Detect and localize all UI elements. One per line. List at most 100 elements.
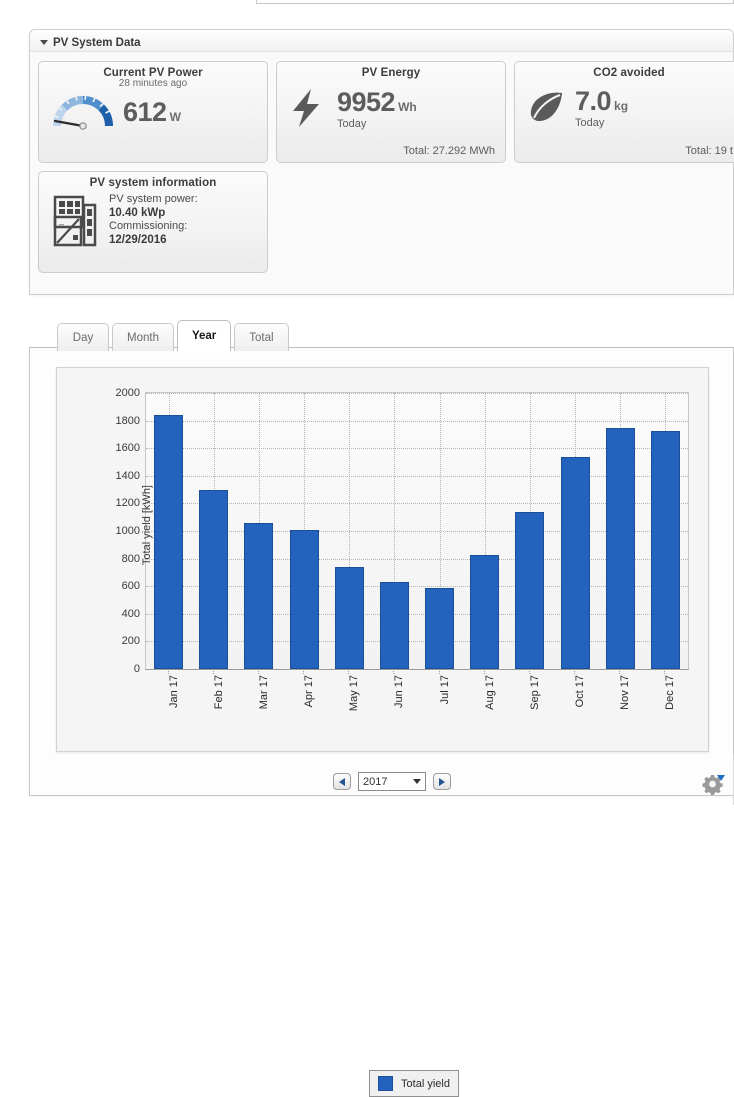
x-tick-mark <box>664 669 665 674</box>
year-select[interactable]: 2017 <box>358 772 426 791</box>
y-gridline <box>146 393 688 394</box>
panel-title: PV System Data <box>53 37 141 49</box>
summary-cards: Current PV Power 28 minutes ago <box>38 61 734 163</box>
tab-month[interactable]: Month <box>112 323 174 351</box>
chart-plot-area[interactable]: Total yield [kWh] 0200400600800100012001… <box>145 392 689 670</box>
svg-text:=: = <box>58 221 65 230</box>
chart-bar[interactable] <box>606 428 635 670</box>
chart-panel: Total yield [kWh] 0200400600800100012001… <box>29 347 734 796</box>
x-tick-mark <box>484 669 485 674</box>
x-tick-label: Mar 17 <box>258 675 270 709</box>
x-tick-label: Oct 17 <box>574 675 586 707</box>
chart-bar[interactable] <box>515 512 544 669</box>
y-tick-label: 1800 <box>116 415 140 427</box>
next-year-button[interactable] <box>433 773 451 790</box>
card-value: 9952 <box>337 87 395 117</box>
x-tick-label: Jan 17 <box>168 675 180 708</box>
x-tick-label: Sep 17 <box>529 675 541 710</box>
card-title: CO2 avoided <box>515 62 734 79</box>
pv-power-value: 10.40 kWp <box>109 207 165 219</box>
card-period: Today <box>337 118 417 130</box>
x-tick-label: Feb 17 <box>213 675 225 709</box>
card-current-pv-power: Current PV Power 28 minutes ago <box>38 61 268 163</box>
card-pv-energy: PV Energy 9952Wh Today Total: 27.292 MWh <box>276 61 506 163</box>
year-select-value: 2017 <box>363 776 387 788</box>
y-tick-label: 200 <box>122 635 140 647</box>
y-tick-label: 2000 <box>116 387 140 399</box>
x-tick-mark <box>213 669 214 674</box>
leaf-icon <box>527 87 567 130</box>
x-tick-label: Apr 17 <box>303 675 315 707</box>
x-tick-label: May 17 <box>348 675 360 711</box>
triangle-left-icon <box>339 778 345 786</box>
chart-bar[interactable] <box>425 588 454 669</box>
card-total: Total: 19 t <box>685 145 733 157</box>
y-tick-label: 0 <box>134 663 140 675</box>
panel-header[interactable]: PV System Data <box>30 30 733 52</box>
x-tick-mark <box>529 669 530 674</box>
x-tick-mark <box>619 669 620 674</box>
card-value: 612 <box>123 97 167 127</box>
card-co2-avoided: CO2 avoided 7.0kg Today Total: 19 t <box>514 61 734 163</box>
x-tick-label: Jul 17 <box>439 675 451 704</box>
gauge-icon <box>51 92 115 132</box>
card-title: Current PV Power <box>39 62 267 79</box>
y-tick-label: 600 <box>122 580 140 592</box>
x-tick-label: Dec 17 <box>664 675 676 710</box>
x-tick-mark <box>168 669 169 674</box>
solar-panel-icon: = <box>53 193 99 252</box>
x-tick-mark <box>439 669 440 674</box>
x-tick-label: Nov 17 <box>619 675 631 710</box>
chart-bar[interactable] <box>335 567 364 669</box>
x-tick-mark <box>574 669 575 674</box>
prev-year-button[interactable] <box>333 773 351 790</box>
chart-bar[interactable] <box>154 415 183 669</box>
chart-bar[interactable] <box>470 555 499 669</box>
legend-label-total-yield: Total yield <box>401 1078 450 1090</box>
chart-bar[interactable] <box>561 457 590 669</box>
chart-legend[interactable]: Total yield <box>369 1070 459 1097</box>
year-navigation: 2017 <box>333 772 451 791</box>
chart-bar[interactable] <box>380 582 409 669</box>
y-tick-label: 1200 <box>116 497 140 509</box>
x-tick-label: Aug 17 <box>484 675 496 710</box>
chart-bar[interactable] <box>199 490 228 669</box>
card-pv-system-information: PV system information = <box>38 171 268 273</box>
y-tick-label: 1600 <box>116 442 140 454</box>
tab-total[interactable]: Total <box>234 323 288 351</box>
chart-container: Total yield [kWh] 0200400600800100012001… <box>56 367 709 752</box>
gear-icon[interactable] <box>701 773 725 795</box>
tab-day[interactable]: Day <box>57 323 109 351</box>
card-title: PV system information <box>39 172 267 189</box>
pv-power-label: PV system power: <box>109 193 198 207</box>
caret-down-icon <box>413 779 421 784</box>
card-unit: kg <box>614 99 628 113</box>
triangle-right-icon <box>439 778 445 786</box>
card-total: Total: 27.292 MWh <box>403 145 495 157</box>
x-tick-mark <box>393 669 394 674</box>
chart-period-tabs: Day Month Year Total <box>57 320 292 351</box>
x-tick-label: Jun 17 <box>393 675 405 708</box>
y-tick-label: 1400 <box>116 470 140 482</box>
tab-year[interactable]: Year <box>177 320 231 351</box>
x-tick-mark <box>258 669 259 674</box>
chart-bar[interactable] <box>290 530 319 669</box>
card-unit: Wh <box>398 100 417 114</box>
legend-swatch-total-yield <box>378 1076 393 1091</box>
y-axis-label: Total yield [kWh] <box>141 485 153 565</box>
card-title: PV Energy <box>277 62 505 79</box>
y-tick-label: 800 <box>122 553 140 565</box>
commissioning-label: Commissioning: <box>109 220 198 234</box>
x-tick-mark <box>348 669 349 674</box>
chart-bar[interactable] <box>244 523 273 669</box>
chart-bar[interactable] <box>651 431 680 669</box>
y-gridline <box>146 421 688 422</box>
x-tick-mark <box>303 669 304 674</box>
card-value: 7.0 <box>575 86 611 116</box>
card-unit: W <box>170 110 181 124</box>
triangle-down-icon[interactable] <box>40 40 48 45</box>
y-tick-label: 400 <box>122 608 140 620</box>
commissioning-value: 12/29/2016 <box>109 234 167 246</box>
card-period: Today <box>575 117 628 129</box>
card-timestamp: 28 minutes ago <box>39 78 267 89</box>
